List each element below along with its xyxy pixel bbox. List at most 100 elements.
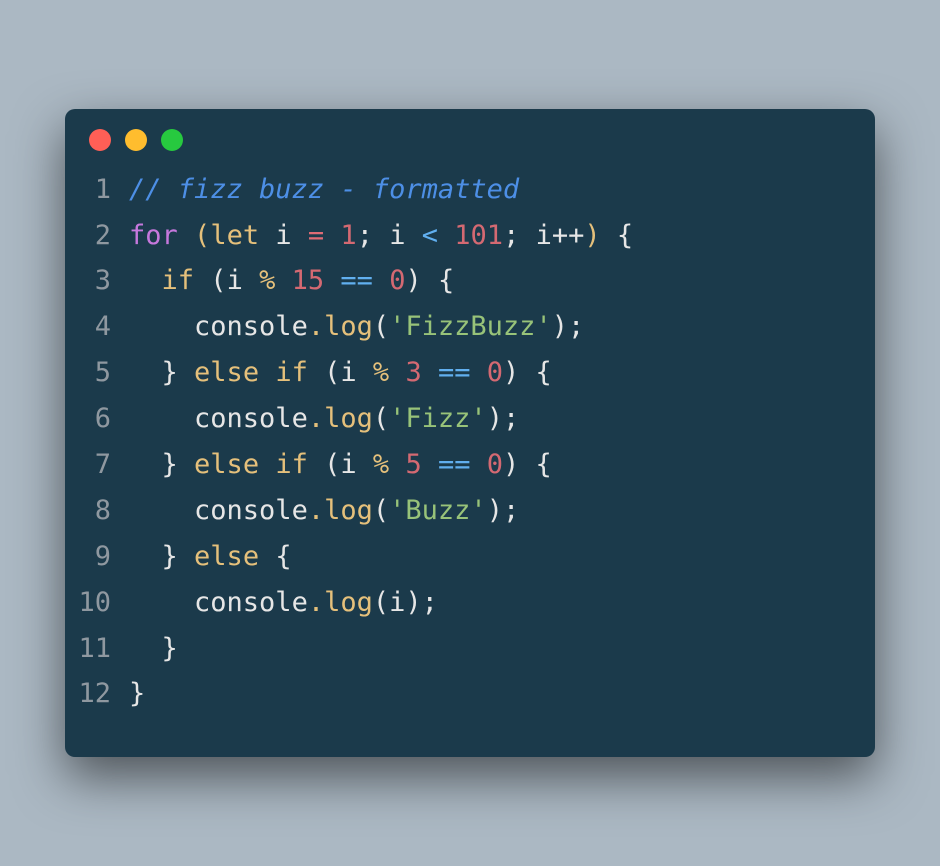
code-line[interactable]: 12} <box>71 671 853 717</box>
token-op-mod: % <box>373 449 389 480</box>
token-brace: } <box>162 449 178 480</box>
token-kw-cond: else if <box>194 449 308 480</box>
token-num: 101 <box>454 220 503 251</box>
token-op <box>373 220 389 251</box>
token-kw-cond: else if <box>194 357 308 388</box>
code-content[interactable]: console.log('Fizz'); <box>129 396 853 442</box>
token-semi: ; <box>503 220 519 251</box>
line-number: 3 <box>71 258 129 304</box>
code-content[interactable]: for (let i = 1; i < 101; i++) { <box>129 213 853 259</box>
token-op <box>519 220 535 251</box>
token-paren-w: ) <box>503 449 519 480</box>
token-num: 5 <box>405 449 421 480</box>
token-paren-w: ) <box>487 403 503 434</box>
token-op <box>324 220 340 251</box>
token-brace: } <box>162 541 178 572</box>
code-line[interactable]: 5 } else if (i % 3 == 0) { <box>71 350 853 396</box>
code-content[interactable]: } else if (i % 5 == 0) { <box>129 442 853 488</box>
token-brace: { <box>617 220 633 251</box>
code-content[interactable]: } <box>129 671 853 717</box>
line-number: 7 <box>71 442 129 488</box>
token-ident: i <box>340 449 356 480</box>
token-obj: console <box>194 311 308 342</box>
line-number: 2 <box>71 213 129 259</box>
token-dot-op: . <box>308 403 324 434</box>
token-op <box>601 220 617 251</box>
token-num: 1 <box>340 220 356 251</box>
code-line[interactable]: 10 console.log(i); <box>71 580 853 626</box>
line-number: 5 <box>71 350 129 396</box>
code-line[interactable]: 3 if (i % 15 == 0) { <box>71 258 853 304</box>
token-op <box>470 357 486 388</box>
token-op <box>178 541 194 572</box>
token-paren-w: ( <box>373 587 389 618</box>
token-op <box>519 357 535 388</box>
token-kw-cond: if <box>162 265 195 296</box>
token-ident: i <box>227 265 243 296</box>
close-icon[interactable] <box>89 129 111 151</box>
code-content[interactable]: if (i % 15 == 0) { <box>129 258 853 304</box>
token-kw-cond: else <box>194 541 259 572</box>
line-number: 8 <box>71 488 129 534</box>
token-op <box>389 357 405 388</box>
token-ident: i <box>536 220 552 251</box>
token-fn: log <box>324 311 373 342</box>
token-op <box>373 265 389 296</box>
token-op <box>129 587 194 618</box>
token-num: 0 <box>487 449 503 480</box>
code-content[interactable]: console.log('Buzz'); <box>129 488 853 534</box>
maximize-icon[interactable] <box>161 129 183 151</box>
token-paren-w: ( <box>373 495 389 526</box>
code-line[interactable]: 2for (let i = 1; i < 101; i++) { <box>71 213 853 259</box>
token-op <box>129 633 162 664</box>
token-paren-w: ( <box>324 449 340 480</box>
token-num: 0 <box>487 357 503 388</box>
token-num: 15 <box>292 265 325 296</box>
code-line[interactable]: 11 } <box>71 626 853 672</box>
code-line[interactable]: 6 console.log('Fizz'); <box>71 396 853 442</box>
token-paren-w: ) <box>487 495 503 526</box>
token-ident: i <box>275 220 291 251</box>
code-content[interactable]: // fizz buzz - formatted <box>129 167 853 213</box>
code-line[interactable]: 1// fizz buzz - formatted <box>71 167 853 213</box>
code-editor[interactable]: 1// fizz buzz - formatted2for (let i = 1… <box>65 153 875 758</box>
token-dot-op: . <box>308 311 324 342</box>
code-content[interactable]: console.log(i); <box>129 580 853 626</box>
token-op <box>422 265 438 296</box>
minimize-icon[interactable] <box>125 129 147 151</box>
code-line[interactable]: 7 } else if (i % 5 == 0) { <box>71 442 853 488</box>
token-op <box>422 357 438 388</box>
token-op <box>243 265 259 296</box>
token-fn: log <box>324 587 373 618</box>
token-num: 3 <box>405 357 421 388</box>
token-kw-for: for <box>129 220 178 251</box>
token-op <box>178 449 194 480</box>
code-line[interactable]: 9 } else { <box>71 534 853 580</box>
token-op <box>308 449 324 480</box>
token-str: 'Fizz' <box>389 403 487 434</box>
line-number: 10 <box>71 580 129 626</box>
code-line[interactable]: 4 console.log('FizzBuzz'); <box>71 304 853 350</box>
token-op <box>292 220 308 251</box>
token-dot-op: . <box>308 495 324 526</box>
token-op <box>178 357 194 388</box>
token-comment: // fizz buzz - formatted <box>129 174 519 205</box>
token-op <box>357 449 373 480</box>
token-op <box>129 265 162 296</box>
token-ident: i <box>389 220 405 251</box>
code-content[interactable]: } else if (i % 3 == 0) { <box>129 350 853 396</box>
code-content[interactable]: } <box>129 626 853 672</box>
token-paren: ( <box>194 220 210 251</box>
token-semi: ; <box>357 220 373 251</box>
token-op <box>194 265 210 296</box>
token-op <box>129 495 194 526</box>
code-content[interactable]: console.log('FizzBuzz'); <box>129 304 853 350</box>
token-op-eq: == <box>438 449 471 480</box>
code-line[interactable]: 8 console.log('Buzz'); <box>71 488 853 534</box>
token-brace: { <box>536 357 552 388</box>
code-content[interactable]: } else { <box>129 534 853 580</box>
token-num: 0 <box>389 265 405 296</box>
token-ident: i <box>389 587 405 618</box>
token-paren-w: ) <box>503 357 519 388</box>
token-obj: console <box>194 587 308 618</box>
